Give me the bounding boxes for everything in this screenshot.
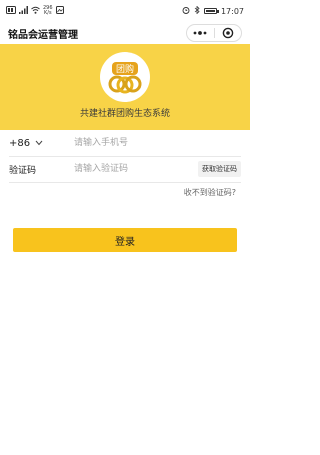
- wifi-icon: [31, 6, 40, 16]
- clock-time: 17:07: [220, 6, 244, 16]
- status-right: 17:07: [182, 5, 244, 16]
- app-header: 铭品会运营管理: [0, 22, 250, 44]
- phone-row: +86: [9, 130, 241, 157]
- signal-icon: [19, 6, 28, 16]
- country-code-selector[interactable]: +86: [9, 138, 74, 149]
- slogan: 共建社群团购生态系统: [79, 109, 170, 119]
- code-label: 验证码: [9, 165, 37, 176]
- phone-input[interactable]: [74, 133, 241, 153]
- code-input[interactable]: [74, 159, 198, 179]
- net-speed-unit: K/s: [43, 10, 52, 16]
- brand-logo: 团购: [100, 52, 150, 102]
- mini-program-capsule: [186, 24, 242, 42]
- more-dots-icon[interactable]: [187, 25, 214, 41]
- login-label: 登录: [115, 236, 135, 248]
- no-code-link[interactable]: 收不到验证码?: [184, 187, 236, 198]
- notification-image-icon: [55, 6, 64, 16]
- get-code-button[interactable]: 获取验证码: [198, 161, 241, 177]
- battery-level: [205, 10, 216, 12]
- sim-card-icon: [6, 6, 16, 16]
- hero-banner: 团购 共建社群团购生态系统: [0, 44, 250, 130]
- target-circle-icon[interactable]: [215, 25, 242, 41]
- logo-text: 团购: [116, 63, 134, 75]
- country-code: +86: [9, 137, 31, 149]
- status-left: 296 K/s: [6, 6, 64, 16]
- code-row: 验证码 获取验证码: [9, 156, 241, 183]
- page-title: 铭品会运营管理: [8, 29, 78, 41]
- net-speed: 296 K/s: [43, 6, 53, 16]
- login-button[interactable]: 登录: [13, 228, 237, 252]
- battery-icon: [203, 8, 219, 14]
- bluetooth-icon: [194, 5, 200, 16]
- alarm-icon: [182, 6, 190, 16]
- status-bar: 296 K/s 17:07: [0, 0, 250, 22]
- chevron-down-icon: [35, 138, 43, 149]
